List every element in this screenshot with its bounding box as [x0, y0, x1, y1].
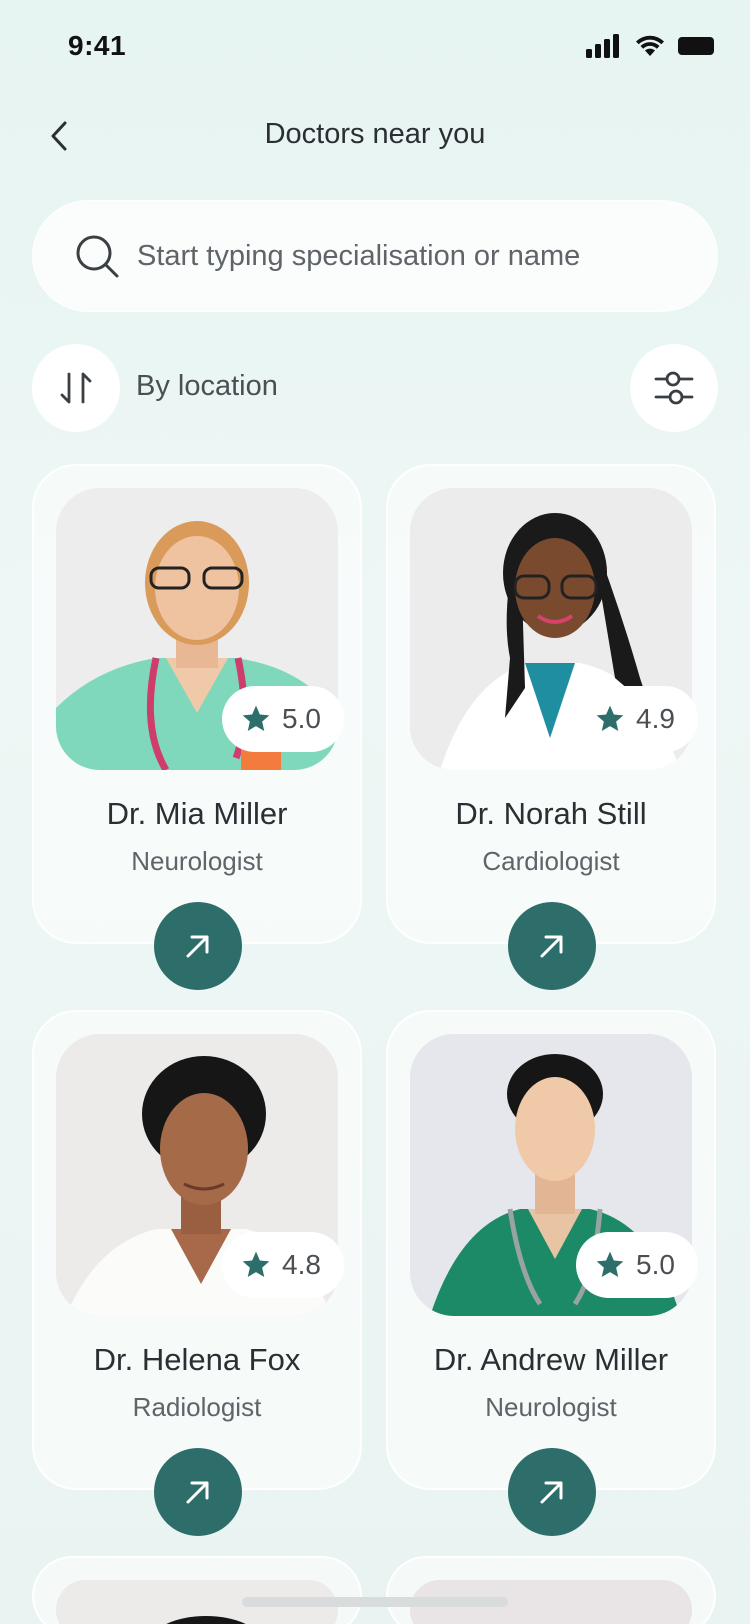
status-bar: 9:41 [0, 0, 750, 92]
arrow-up-right-icon [540, 935, 563, 958]
doctor-name: Dr. Norah Still [455, 796, 647, 831]
sort-button[interactable] [32, 344, 120, 432]
search-icon [76, 235, 119, 278]
doctor-card[interactable]: 4.9 Dr. Norah Still Cardiologist [386, 464, 716, 990]
battery-icon [678, 37, 714, 55]
filter-sliders-icon [654, 371, 694, 405]
star-icon [596, 705, 624, 731]
doctor-name: Dr. Helena Fox [93, 1342, 301, 1377]
open-doctor-button[interactable] [508, 1448, 596, 1536]
doctor-specialty: Neurologist [131, 846, 263, 876]
doctor-name: Dr. Andrew Miller [433, 1342, 669, 1377]
header: Doctors near you [0, 106, 750, 166]
star-icon [596, 1251, 624, 1277]
page-title: Doctors near you [264, 118, 486, 150]
doctor-card[interactable]: 5.0 Dr. Mia Miller Neurologist [32, 464, 362, 990]
sort-label[interactable]: By location [136, 370, 278, 403]
rating-value: 4.8 [282, 1249, 321, 1280]
filter-button[interactable] [630, 344, 718, 432]
rating-value: 5.0 [282, 703, 321, 734]
rating-badge: 4.8 [222, 1232, 344, 1298]
doctor-specialty: Neurologist [485, 1392, 617, 1422]
arrow-up-right-icon [186, 935, 209, 958]
open-doctor-button[interactable] [154, 902, 242, 990]
sort-arrows-icon [60, 372, 92, 404]
open-doctor-button[interactable] [508, 902, 596, 990]
rating-badge: 4.9 [576, 686, 698, 752]
home-indicator [242, 1597, 508, 1607]
arrow-up-right-icon [540, 1481, 563, 1504]
wifi-icon [636, 35, 664, 56]
star-icon [242, 705, 270, 731]
star-icon [242, 1251, 270, 1277]
open-doctor-button[interactable] [154, 1448, 242, 1536]
doctor-card[interactable]: 5.0 Dr. Andrew Miller Neurologist [386, 1010, 716, 1536]
doctor-card[interactable]: 4.8 Dr. Helena Fox Radiologist [32, 1010, 362, 1536]
search-input[interactable] [137, 239, 697, 273]
doctor-card[interactable] [32, 1556, 362, 1624]
cellular-signal-icon [586, 34, 619, 58]
status-icons [586, 34, 714, 58]
rating-value: 4.9 [636, 703, 675, 734]
rating-badge: 5.0 [222, 686, 344, 752]
rating-value: 5.0 [636, 1249, 675, 1280]
doctor-name: Dr. Mia Miller [106, 796, 288, 831]
status-time: 9:41 [68, 30, 127, 61]
doctor-card[interactable] [386, 1556, 716, 1624]
search-bar[interactable] [32, 200, 718, 312]
arrow-up-right-icon [186, 1481, 209, 1504]
doctor-specialty: Cardiologist [482, 846, 620, 876]
doctor-specialty: Radiologist [132, 1392, 262, 1422]
rating-badge: 5.0 [576, 1232, 698, 1298]
